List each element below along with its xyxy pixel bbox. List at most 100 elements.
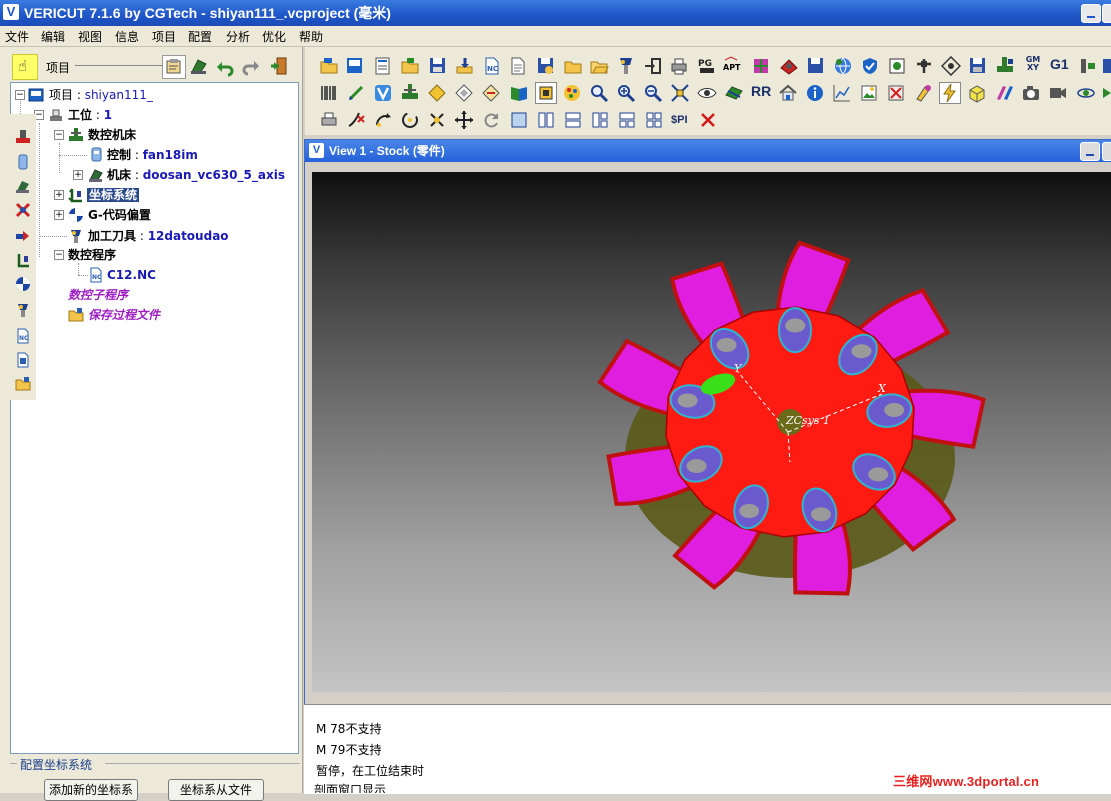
- toolbar-overflow-icon[interactable]: [1103, 83, 1111, 103]
- minimize-button[interactable]: [1081, 4, 1101, 23]
- nc-file-icon[interactable]: NC: [482, 56, 502, 76]
- rotate-icon[interactable]: [373, 110, 393, 130]
- import-icon[interactable]: [455, 56, 475, 76]
- book-icon[interactable]: [509, 83, 529, 103]
- pin-icon[interactable]: [914, 56, 934, 76]
- lightning-icon[interactable]: [939, 82, 961, 104]
- toolbar-overflow-icon[interactable]: [1103, 56, 1111, 76]
- menu-edit[interactable]: 编辑: [39, 28, 67, 45]
- split-vertical-icon[interactable]: [536, 110, 556, 130]
- tree-item-project[interactable]: 项目 : shiyan111_: [49, 87, 153, 103]
- cube-icon[interactable]: [967, 83, 987, 103]
- close-x-icon[interactable]: [698, 110, 718, 130]
- coordinate-system-icon[interactable]: [15, 252, 31, 268]
- diamond-outline-icon[interactable]: [454, 83, 474, 103]
- maximize-button[interactable]: [1102, 4, 1111, 23]
- menu-file[interactable]: 文件: [3, 28, 31, 45]
- machine-view-icon[interactable]: [724, 83, 744, 103]
- tool-library-icon[interactable]: [616, 56, 636, 76]
- tree-item-saved-files[interactable]: 保存过程文件: [88, 307, 160, 323]
- info-icon[interactable]: [805, 83, 825, 103]
- four-view-icon[interactable]: [644, 110, 664, 130]
- tree-item-nc-subroutines[interactable]: 数控子程序: [68, 287, 128, 303]
- coordinate-system-from-file-button[interactable]: 坐标系从文件: [168, 779, 264, 801]
- apt-icon[interactable]: APT: [723, 56, 747, 76]
- vericut-v-icon[interactable]: [373, 83, 393, 103]
- menu-project[interactable]: 项目: [150, 28, 178, 45]
- paint-icon[interactable]: [913, 83, 933, 103]
- cnc-machine-collapse-toggle[interactable]: −: [54, 130, 64, 140]
- color-palette-icon[interactable]: [562, 83, 582, 103]
- orbit-icon[interactable]: [1076, 83, 1096, 103]
- gcode-offset-icon[interactable]: [15, 276, 31, 292]
- graph-icon[interactable]: [832, 83, 852, 103]
- tree-item-gcode-offsets[interactable]: G-代码偏置: [88, 207, 151, 223]
- diamond-tool-icon[interactable]: [481, 83, 501, 103]
- tree-item-machine[interactable]: 机床 : doosan_vc630_5_axis: [107, 167, 285, 183]
- vericut-project-icon[interactable]: [345, 56, 365, 76]
- print-icon[interactable]: [319, 110, 339, 130]
- tree-item-tooling[interactable]: 加工刀具 : 12datoudao: [88, 228, 229, 244]
- configure-project-icon[interactable]: [162, 55, 186, 79]
- tree-item-nc-programs[interactable]: 数控程序: [68, 247, 116, 263]
- machining-icon[interactable]: [779, 56, 799, 76]
- image-export-icon[interactable]: [859, 83, 879, 103]
- view-maximize-button[interactable]: [1102, 142, 1111, 161]
- arrow-right-icon[interactable]: [15, 228, 31, 244]
- folder-icon[interactable]: [563, 56, 583, 76]
- tooling-icon[interactable]: [15, 302, 31, 318]
- folder-open-icon[interactable]: [589, 56, 609, 76]
- gxy-icon[interactable]: GM XY: [1021, 56, 1045, 76]
- machine-expand-toggle[interactable]: +: [73, 170, 83, 180]
- reset-rr-icon[interactable]: RR: [751, 83, 771, 103]
- tool-setup-icon[interactable]: [1078, 56, 1098, 76]
- add-new-coordinate-system-button[interactable]: 添加新的坐标系: [44, 779, 138, 801]
- barcode-icon[interactable]: [319, 83, 339, 103]
- save-disk-icon[interactable]: [806, 56, 826, 76]
- tree-item-control[interactable]: 控制 : fan18im: [107, 147, 198, 163]
- tree-item-nc-file[interactable]: C12.NC: [107, 267, 156, 283]
- printer-setup-icon[interactable]: [669, 56, 689, 76]
- pan-icon[interactable]: [454, 110, 474, 130]
- single-view-icon[interactable]: [509, 110, 529, 130]
- menu-view[interactable]: 视图: [76, 28, 104, 45]
- mill-report-icon[interactable]: [373, 56, 393, 76]
- document-icon[interactable]: [508, 56, 528, 76]
- component-icon[interactable]: [15, 202, 31, 218]
- fit-view-icon[interactable]: [670, 83, 690, 103]
- hand-pointer-icon[interactable]: [12, 54, 38, 80]
- machine-icon[interactable]: [15, 178, 31, 194]
- three-view-alt-icon[interactable]: [617, 110, 637, 130]
- nc-programs-collapse-toggle[interactable]: −: [54, 250, 64, 260]
- machine-simulation-icon[interactable]: [995, 56, 1015, 76]
- spi-icon[interactable]: $PI: [671, 110, 691, 130]
- camera-icon[interactable]: [1021, 83, 1041, 103]
- zoom-pick-icon[interactable]: [346, 110, 366, 130]
- tool-path-icon[interactable]: [346, 83, 366, 103]
- machine-setup-icon[interactable]: [15, 128, 31, 144]
- x-out-icon[interactable]: [886, 83, 906, 103]
- spin-icon[interactable]: [400, 110, 420, 130]
- menu-optimize[interactable]: 优化: [260, 28, 288, 45]
- globe-icon[interactable]: [833, 56, 853, 76]
- view-eye-icon[interactable]: [697, 83, 717, 103]
- control-panel-icon[interactable]: [15, 154, 31, 170]
- refresh-icon[interactable]: [481, 110, 501, 130]
- cutting-tool-icon[interactable]: [887, 56, 907, 76]
- zoom-out-icon[interactable]: [643, 83, 663, 103]
- tree-item-coordinate-system[interactable]: 坐标系统: [87, 187, 140, 203]
- block-select-icon[interactable]: [535, 82, 557, 104]
- g1-icon[interactable]: G1: [1050, 56, 1070, 76]
- open-folder-icon[interactable]: [400, 56, 420, 76]
- cnc-machine-icon[interactable]: [400, 83, 420, 103]
- zoom-in-icon[interactable]: [616, 83, 636, 103]
- open-project-icon[interactable]: [319, 56, 339, 76]
- root-collapse-toggle[interactable]: −: [15, 90, 25, 100]
- multi-tool-icon[interactable]: [994, 83, 1014, 103]
- menu-analysis[interactable]: 分析: [224, 28, 252, 45]
- menu-configuration[interactable]: 配置: [186, 28, 214, 45]
- redo-arrow-icon[interactable]: [240, 55, 262, 77]
- video-icon[interactable]: [1048, 83, 1068, 103]
- login-arrow-icon[interactable]: [643, 56, 663, 76]
- coord-system-expand-toggle[interactable]: +: [54, 190, 64, 200]
